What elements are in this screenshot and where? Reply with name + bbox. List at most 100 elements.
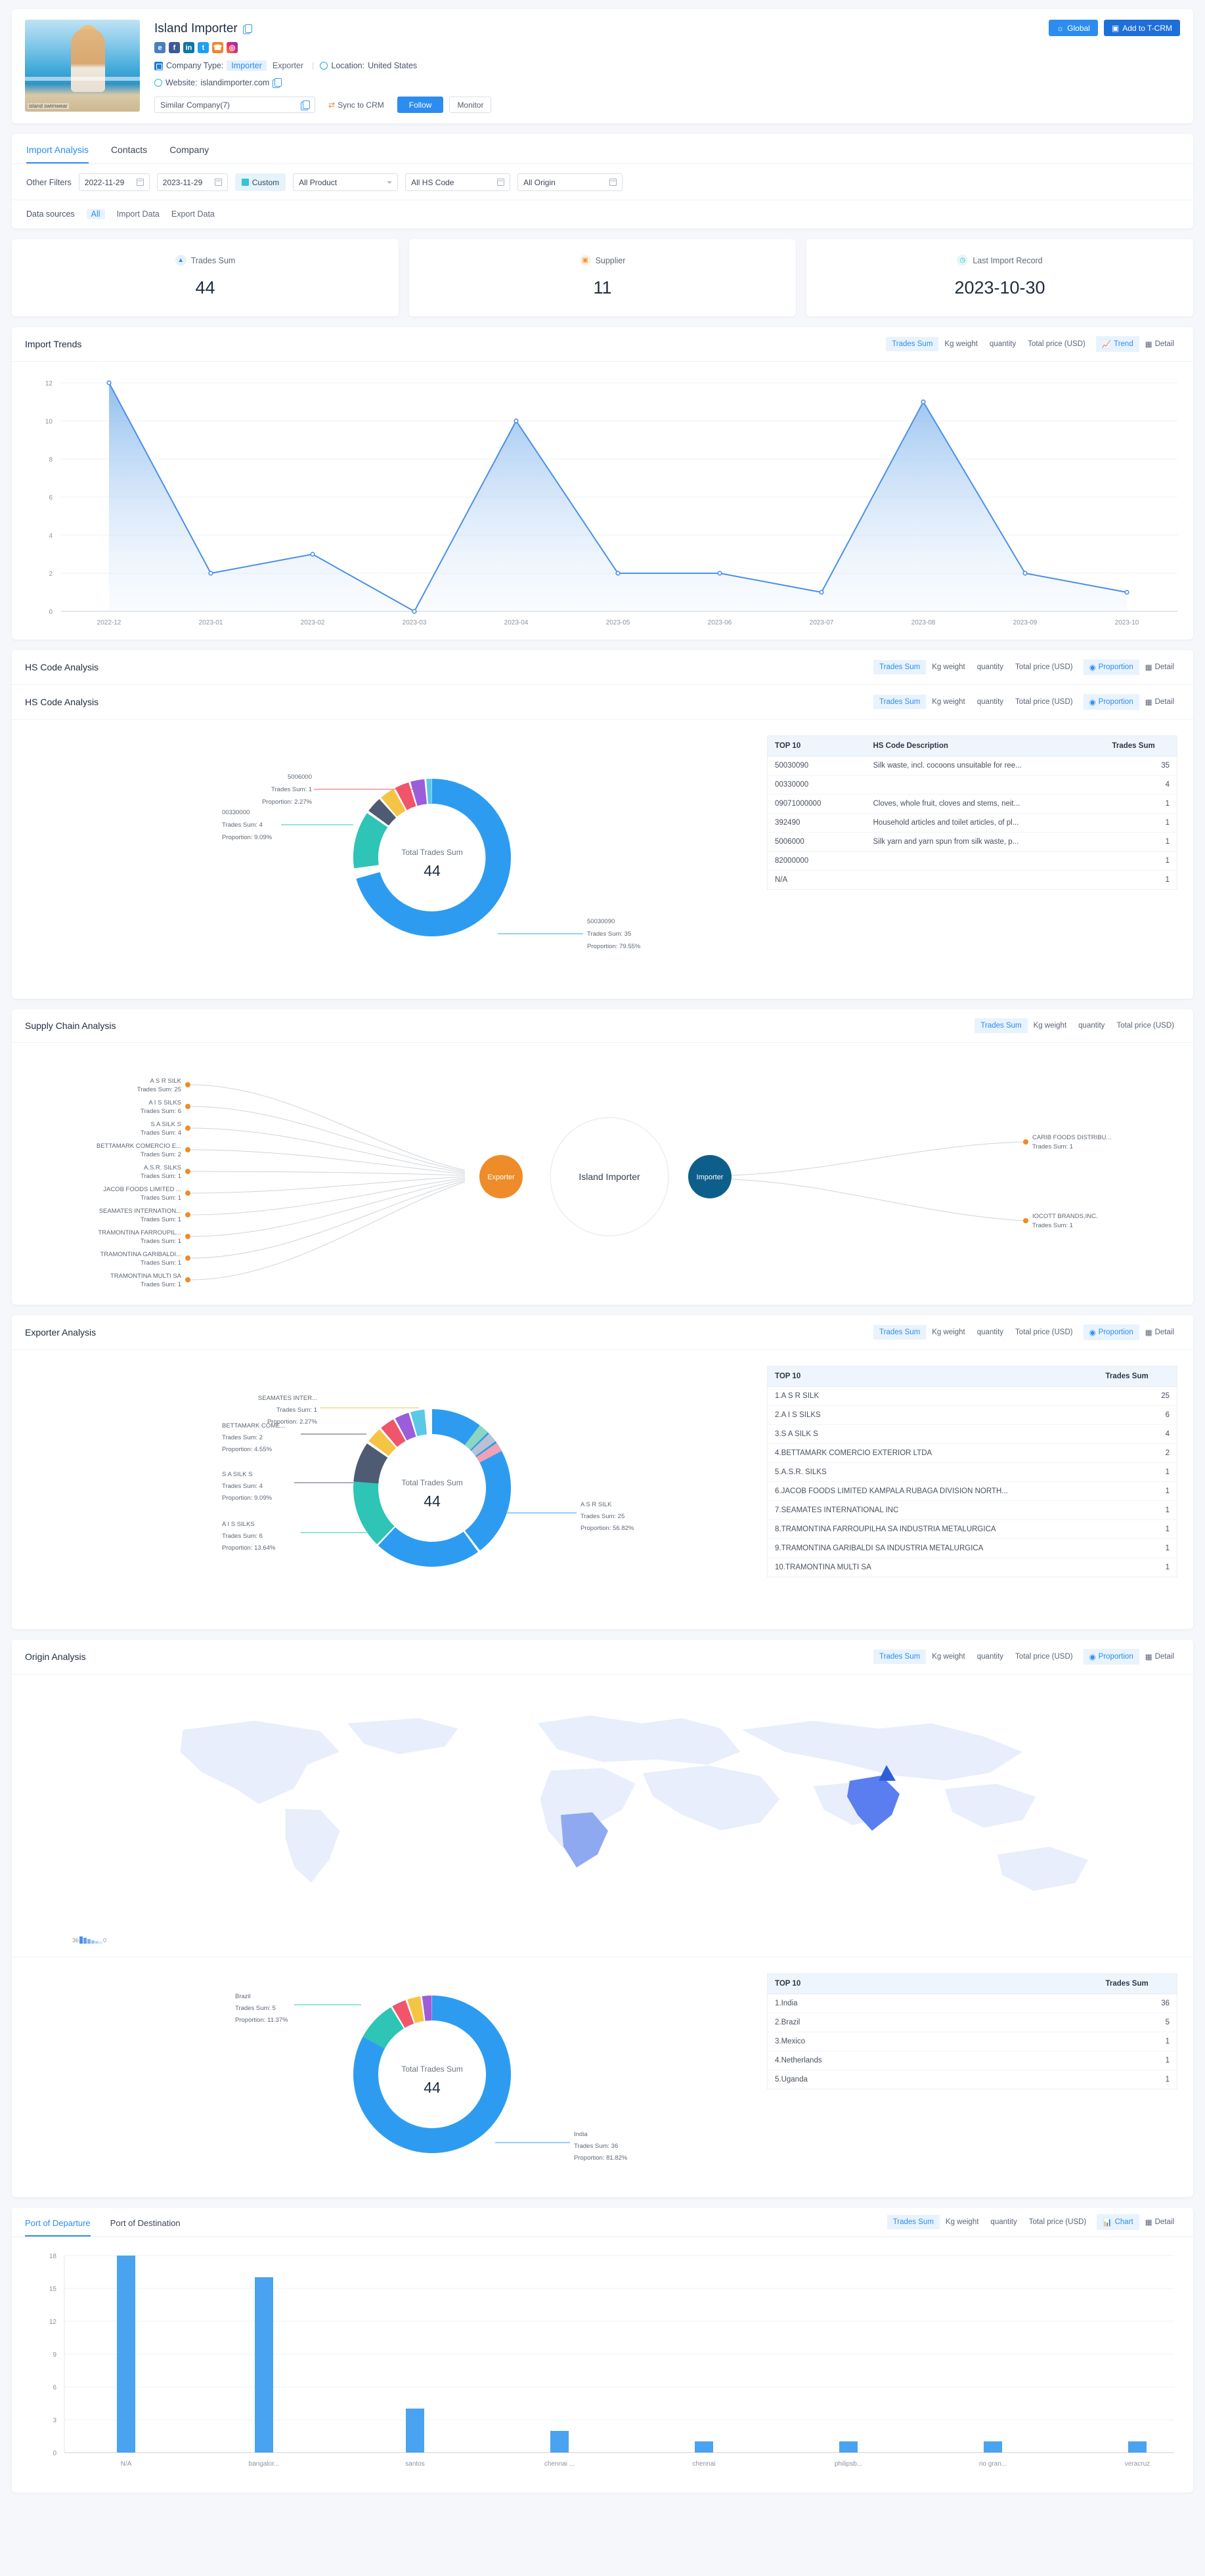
source-import-data[interactable]: Import Data: [117, 209, 160, 219]
edge-icon[interactable]: e: [154, 42, 165, 53]
hs-code-filter[interactable]: All HS Code: [405, 173, 511, 191]
tab-company[interactable]: Company: [169, 134, 209, 164]
monitor-button[interactable]: Monitor: [449, 97, 492, 113]
metric-kg-weight[interactable]: Kg weight: [940, 2215, 985, 2229]
company-type-exporter[interactable]: Exporter: [270, 60, 306, 71]
table-row[interactable]: 3.Mexico 1: [767, 2032, 1177, 2051]
date-from-input[interactable]: 2022-11-29: [78, 173, 150, 191]
table-row[interactable]: 50030090 Silk waste, incl. cocoons unsuit…: [767, 756, 1177, 775]
slice-na[interactable]: [426, 779, 432, 804]
table-row[interactable]: 82000000 1: [767, 851, 1177, 871]
table-row[interactable]: 4.BETTAMARK COMERCIO EXTERIOR LTDA 2: [767, 1443, 1177, 1463]
tab-port-of-destination[interactable]: Port of Destination: [110, 2208, 181, 2237]
product-filter[interactable]: All Product: [293, 173, 399, 191]
view-detail-button[interactable]: ▦ Detail: [1139, 1324, 1180, 1340]
metric-trades-sum[interactable]: Trades Sum: [975, 1018, 1028, 1033]
metric-total-price[interactable]: Total price (USD): [1009, 1325, 1079, 1340]
facebook-icon[interactable]: f: [169, 42, 180, 53]
add-to-tcrm-button[interactable]: ▣ Add to T-CRM: [1103, 20, 1180, 36]
follow-button[interactable]: Follow: [397, 97, 444, 113]
source-export-data[interactable]: Export Data: [171, 209, 215, 219]
company-type-importer[interactable]: Importer: [227, 60, 267, 71]
table-row[interactable]: 9.TRAMONTINA GARIBALDI SA INDUSTRIA META…: [767, 1539, 1177, 1558]
table-row[interactable]: 5006000 Silk yarn and yarn spun from silk…: [767, 832, 1177, 852]
bar-philipsburg[interactable]: [839, 2441, 858, 2453]
sync-to-crm-button[interactable]: ⇄ Sync to CRM: [321, 97, 391, 113]
metric-kg-weight[interactable]: Kg weight: [926, 1325, 971, 1340]
buyer-dot[interactable]: [1023, 1139, 1028, 1145]
slice-uganda[interactable]: [422, 1996, 432, 2021]
phone-icon[interactable]: ☎: [212, 42, 223, 53]
metric-trades-sum[interactable]: Trades Sum: [887, 2215, 940, 2229]
bar-santos[interactable]: [406, 2409, 424, 2453]
metric-kg-weight[interactable]: Kg weight: [926, 660, 971, 674]
metric-quantity[interactable]: quantity: [971, 695, 1009, 709]
metric-quantity[interactable]: quantity: [971, 660, 1009, 674]
supplier-dot[interactable]: [185, 1082, 190, 1087]
metric-quantity[interactable]: quantity: [984, 337, 1022, 351]
date-to-input[interactable]: 2023-11-29: [156, 173, 228, 191]
view-chart-button[interactable]: 📊 Chart: [1097, 2214, 1139, 2230]
slice-00330000[interactable]: [353, 813, 388, 869]
source-all[interactable]: All: [86, 209, 105, 219]
table-row[interactable]: 7.SEAMATES INTERNATIONAL INC 1: [767, 1500, 1177, 1520]
metric-trades-sum[interactable]: Trades Sum: [886, 337, 939, 351]
supplier-dot[interactable]: [185, 1169, 190, 1174]
website-value[interactable]: islandimporter.com: [200, 78, 269, 87]
supplier-dot[interactable]: [185, 1277, 190, 1282]
table-row[interactable]: 5.A.S.R. SILKS 1: [767, 1462, 1177, 1482]
view-proportion-button[interactable]: ◉ Proportion: [1083, 659, 1139, 675]
copy-website-icon[interactable]: [273, 78, 282, 88]
tab-contacts[interactable]: Contacts: [111, 134, 147, 164]
table-row[interactable]: 2.A I S SILKS 6: [767, 1405, 1177, 1425]
table-row[interactable]: 09071000000 Cloves, whole fruit, cloves a…: [767, 794, 1177, 814]
similar-company-select[interactable]: Similar Company(7): [154, 97, 315, 113]
copy-icon[interactable]: [242, 24, 252, 34]
tab-port-of-departure[interactable]: Port of Departure: [25, 2208, 91, 2237]
metric-quantity[interactable]: quantity: [971, 1649, 1009, 1664]
metric-kg-weight[interactable]: Kg weight: [938, 337, 984, 351]
table-row[interactable]: 5.Uganda 1: [768, 2070, 1177, 2089]
twitter-icon[interactable]: t: [198, 42, 209, 53]
metric-quantity[interactable]: quantity: [984, 2215, 1022, 2229]
supplier-dot[interactable]: [185, 1125, 190, 1131]
metric-trades-sum[interactable]: Trades Sum: [873, 660, 927, 674]
view-trend-button[interactable]: 📈 Trend: [1095, 336, 1139, 352]
metric-total-price[interactable]: Total price (USD): [1110, 1018, 1180, 1033]
table-row[interactable]: 00330000 4: [767, 775, 1177, 795]
metric-trades-sum[interactable]: Trades Sum: [873, 695, 927, 709]
custom-range-button[interactable]: Custom: [234, 173, 286, 191]
global-button[interactable]: ☼ Global: [1049, 20, 1098, 36]
table-row[interactable]: N/A 1: [768, 871, 1177, 890]
slice-asr-silk-2[interactable]: [378, 1527, 478, 1567]
metric-quantity[interactable]: quantity: [1072, 1018, 1110, 1033]
supplier-dot[interactable]: [185, 1104, 190, 1109]
table-row[interactable]: 10.TRAMONTINA MULTI SA 1: [768, 1558, 1177, 1577]
table-row[interactable]: 2.Brazil 5: [767, 2013, 1177, 2032]
metric-trades-sum[interactable]: Trades Sum: [873, 1649, 927, 1664]
buyer-dot[interactable]: [1023, 1218, 1028, 1223]
tab-import-analysis[interactable]: Import Analysis: [26, 134, 89, 164]
metric-kg-weight[interactable]: Kg weight: [1028, 1018, 1073, 1033]
metric-kg-weight[interactable]: Kg weight: [926, 1649, 971, 1664]
table-row[interactable]: 392490 Household articles and toilet arti…: [767, 813, 1177, 833]
metric-quantity[interactable]: quantity: [971, 1325, 1009, 1340]
supplier-dot[interactable]: [185, 1212, 190, 1217]
linkedin-icon[interactable]: in: [183, 42, 194, 53]
supplier-dot[interactable]: [185, 1234, 190, 1239]
supplier-dot[interactable]: [185, 1255, 190, 1261]
bar-chennai[interactable]: [695, 2441, 713, 2453]
bar-bangalore[interactable]: [255, 2277, 273, 2453]
view-detail-button[interactable]: ▦ Detail: [1139, 336, 1180, 352]
table-row[interactable]: 6.JACOB FOODS LIMITED KAMPALA RUBAGA DIV…: [767, 1481, 1177, 1501]
view-detail-button[interactable]: ▦ Detail: [1139, 2214, 1180, 2230]
instagram-icon[interactable]: ◎: [227, 42, 238, 53]
slice-ais-silks[interactable]: [353, 1479, 395, 1544]
view-proportion-button[interactable]: ◉ Proportion: [1083, 1649, 1139, 1665]
metric-total-price[interactable]: Total price (USD): [1009, 1649, 1079, 1664]
table-row[interactable]: 3.S A SILK S4: [767, 1424, 1177, 1444]
bar-veracruz[interactable]: [1128, 2441, 1147, 2453]
bar-chennai-sea[interactable]: [550, 2431, 569, 2453]
metric-total-price[interactable]: Total price (USD): [1022, 337, 1091, 351]
bar-na[interactable]: [117, 2256, 135, 2453]
